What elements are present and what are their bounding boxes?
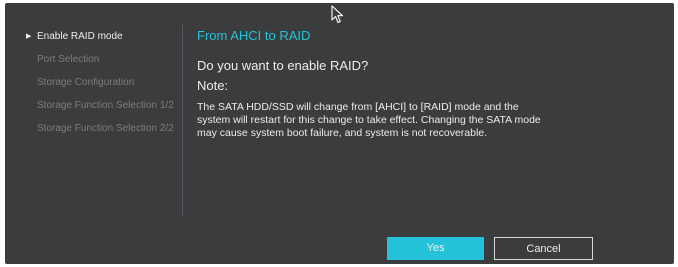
triangle-right-icon: ▶: [26, 33, 32, 40]
sidebar-item-label: Port Selection: [37, 54, 100, 65]
sidebar-item-label: Storage Configuration: [37, 77, 135, 88]
sidebar-item-label: Enable RAID mode: [37, 31, 123, 42]
sidebar-item-enable-raid-mode[interactable]: ▶ Enable RAID mode: [5, 25, 185, 48]
sidebar-item-storage-function-selection-2[interactable]: Storage Function Selection 2/2: [5, 117, 185, 140]
mouse-pointer-icon: [331, 5, 344, 24]
yes-button[interactable]: Yes: [387, 237, 484, 260]
cancel-button[interactable]: Cancel: [494, 237, 593, 260]
warning-message: The SATA HDD/SSD will change from [AHCI]…: [197, 101, 541, 139]
confirm-question: Do you want to enable RAID?: [197, 58, 369, 73]
sidebar-item-label: Storage Function Selection 2/2: [37, 123, 174, 134]
note-label: Note:: [197, 78, 229, 93]
sidebar-item-storage-function-selection-1[interactable]: Storage Function Selection 1/2: [5, 94, 185, 117]
sidebar-item-storage-configuration[interactable]: Storage Configuration: [5, 71, 185, 94]
wizard-steps-sidebar: ▶ Enable RAID mode Port Selection Storag…: [5, 25, 185, 140]
step-heading: From AHCI to RAID: [197, 28, 311, 43]
sidebar-divider: [182, 25, 183, 217]
sidebar-item-label: Storage Function Selection 1/2: [37, 100, 174, 111]
raid-wizard-dialog: ▶ Enable RAID mode Port Selection Storag…: [5, 3, 674, 264]
sidebar-item-port-selection[interactable]: Port Selection: [5, 48, 185, 71]
step-content-panel: From AHCI to RAID Do you want to enable …: [197, 26, 557, 140]
